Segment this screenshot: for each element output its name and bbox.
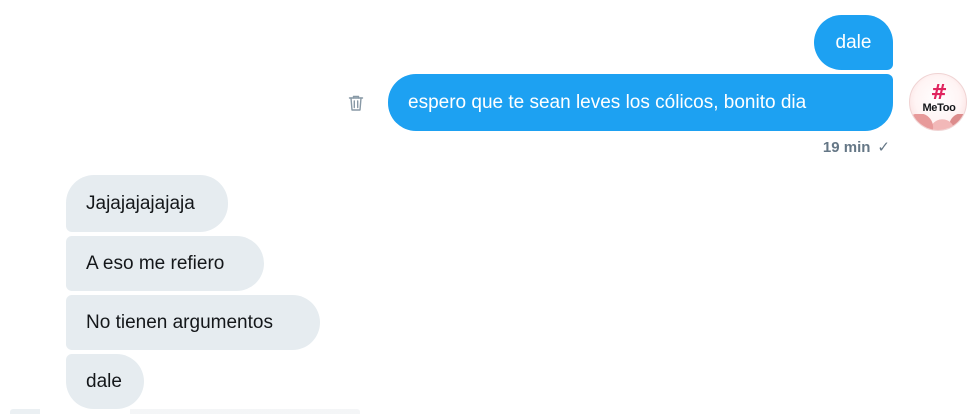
received-message-bubble[interactable]: Jajajajajajaja	[66, 175, 228, 232]
trash-icon[interactable]	[346, 93, 366, 113]
message-text: Jajajajajajaja	[86, 193, 195, 214]
message-time: 19 min	[822, 138, 871, 156]
avatar-decoration	[910, 114, 966, 130]
avatar[interactable]: # MeToo	[909, 73, 967, 131]
received-message-bubble[interactable]: A eso me refiero	[66, 236, 264, 291]
message-text: espero que te sean leves los cólicos, bo…	[408, 92, 807, 113]
sent-message-bubble[interactable]: dale	[814, 15, 893, 70]
message-text: dale	[86, 371, 122, 392]
message-text: No tienen argumentos	[86, 312, 273, 333]
received-message-bubble[interactable]: dale	[66, 354, 144, 409]
sent-message-bubble[interactable]: espero que te sean leves los cólicos, bo…	[388, 74, 893, 131]
avatar-hashtag: #	[930, 80, 948, 104]
check-icon: ✓	[877, 139, 890, 156]
conversation-thread: dale espero que te sean leves los cólico…	[0, 0, 976, 414]
message-text: dale	[835, 32, 872, 53]
next-message-edge	[10, 409, 360, 414]
received-message-bubble[interactable]: No tienen argumentos	[66, 295, 320, 350]
avatar-tag-text: MeToo	[922, 102, 956, 114]
message-meta: 19 min ✓	[790, 137, 890, 157]
message-text: A eso me refiero	[86, 253, 225, 274]
